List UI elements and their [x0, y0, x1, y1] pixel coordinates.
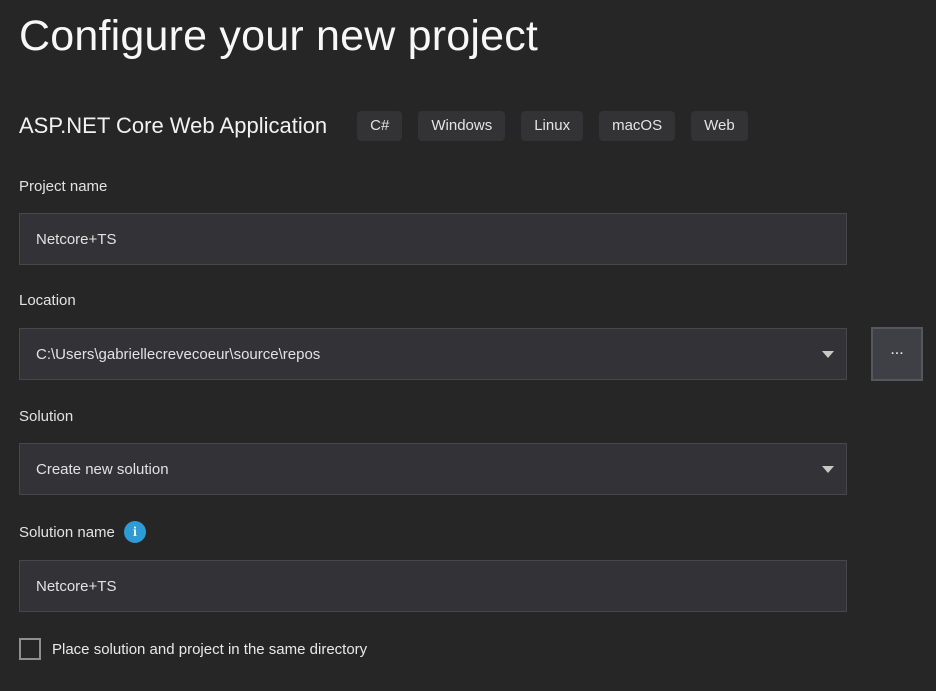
tag-linux: Linux	[521, 111, 583, 141]
project-name-input[interactable]	[19, 213, 847, 265]
tag-windows: Windows	[418, 111, 505, 141]
solution-group: Solution Create new solution	[19, 407, 847, 495]
browse-button[interactable]: ...	[871, 327, 923, 381]
location-label: Location	[19, 291, 847, 310]
solution-label: Solution	[19, 407, 847, 426]
location-combobox[interactable]	[19, 328, 847, 380]
solution-dropdown[interactable]: Create new solution	[19, 443, 847, 495]
tag-macos: macOS	[599, 111, 675, 141]
solution-name-label: Solution name	[19, 523, 115, 542]
location-group: Location ...	[19, 291, 847, 381]
solution-name-group: Solution name i	[19, 521, 847, 612]
configure-project-dialog: Configure your new project ASP.NET Core …	[0, 0, 936, 660]
same-directory-label[interactable]: Place solution and project in the same d…	[52, 641, 367, 658]
same-directory-checkbox[interactable]	[19, 638, 41, 660]
project-name-group: Project name	[19, 177, 847, 265]
solution-name-input[interactable]	[19, 560, 847, 612]
same-directory-row: Place solution and project in the same d…	[19, 638, 936, 660]
page-title: Configure your new project	[19, 8, 936, 64]
solution-name-label-row: Solution name i	[19, 521, 847, 543]
location-input[interactable]	[19, 328, 847, 380]
info-icon[interactable]: i	[124, 521, 146, 543]
solution-dropdown-value[interactable]: Create new solution	[19, 443, 847, 495]
template-row: ASP.NET Core Web Application C# Windows …	[19, 110, 936, 141]
template-name: ASP.NET Core Web Application	[19, 113, 327, 139]
location-row: ...	[19, 327, 923, 381]
template-tags: C# Windows Linux macOS Web	[357, 111, 748, 141]
tag-csharp: C#	[357, 111, 402, 141]
project-name-label: Project name	[19, 177, 847, 196]
tag-web: Web	[691, 111, 748, 141]
